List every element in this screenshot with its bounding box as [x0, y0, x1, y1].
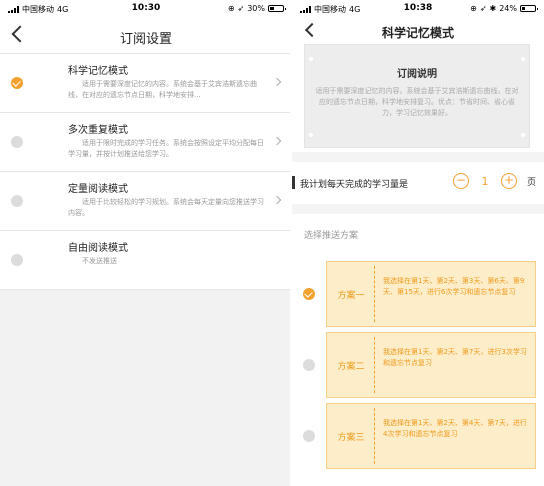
- mode-name: 科学记忆模式: [68, 66, 128, 77]
- scheme-text: 我选择在第1天、第2天、第7天，进行3次学习和遗忘节点复习: [383, 348, 527, 367]
- subscription-explanation: 订阅说明 适用于需要深度记忆的内容。系统会基于艾宾浩斯遗忘曲线，在对应的遗忘节点…: [304, 44, 530, 148]
- scheme-name: 方案二: [337, 362, 365, 372]
- page-title: 科学记忆模式: [381, 26, 454, 40]
- corner-dot: [309, 133, 313, 137]
- battery-icon: [520, 5, 538, 12]
- mode-description: 适用于限时完成的学习任务。系统会按照设定平均分配每日学习量，并按计划推送给您学习…: [68, 139, 264, 158]
- mode-item-repeat[interactable]: 多次重复模式 适用于限时完成的学习任务。系统会按照设定平均分配每日学习量，并按计…: [0, 113, 292, 172]
- scheme-text: 我选择在第1天、第2天、第4天、第7天，进行4次学习和遗忘节点复习: [383, 419, 527, 438]
- battery-percent: 30%: [247, 4, 265, 13]
- radio-icon[interactable]: [303, 359, 315, 371]
- chevron-right-icon: [272, 77, 282, 87]
- mode-list: 科学记忆模式 适用于需要深度记忆的内容。系统会基于艾宾浩斯遗忘曲线，在对应的遗忘…: [0, 54, 292, 290]
- scheme-divider: [374, 266, 375, 322]
- section-marker: [292, 176, 295, 189]
- scheme-section-title: 选择推送方案: [304, 231, 359, 241]
- scheme-name: 方案三: [337, 433, 365, 443]
- status-bar: 中国移动 4G 10:30 ⊕ ➶ 30%: [0, 0, 292, 18]
- nav-bar: 订阅设置: [0, 18, 292, 54]
- scheme-divider: [374, 337, 375, 393]
- daily-plan-row: 我计划每天完成的学习量是 − 1 + 页: [292, 162, 544, 204]
- section-separator: [292, 152, 544, 162]
- daily-plan-label: 我计划每天完成的学习量是: [300, 180, 409, 190]
- corner-dot: [521, 133, 525, 137]
- corner-dot: [521, 57, 525, 61]
- mode-item-scientific[interactable]: 科学记忆模式 适用于需要深度记忆的内容。系统会基于艾宾浩斯遗忘曲线，在对应的遗忘…: [0, 54, 292, 113]
- battery-percent: 24%: [499, 4, 517, 13]
- radio-icon[interactable]: [11, 136, 23, 148]
- battery-icon: [268, 5, 286, 12]
- chevron-right-icon: [272, 195, 282, 205]
- plus-button[interactable]: +: [500, 173, 517, 189]
- mode-description: 适用于比较轻松的学习规划。系统会每天定量向您推送学习内容。: [68, 198, 264, 217]
- quantity-value: 1: [481, 174, 489, 188]
- lock-rotation-icon: ⊕: [227, 4, 235, 13]
- lock-rotation-icon: ⊕: [470, 4, 477, 13]
- nav-bar: 科学记忆模式: [292, 18, 544, 44]
- subscription-settings-screen: 中国移动 4G 10:30 ⊕ ➶ 30% 订阅设置 科学记忆模式 适用于需要深…: [0, 0, 292, 486]
- mode-name: 自由阅读模式: [68, 243, 128, 254]
- scientific-memory-screen: 中国移动 4G 10:38 ⊕ ➶ ✱ 24% 科学记忆模式 订阅说明 适用于需…: [292, 0, 544, 486]
- radio-icon[interactable]: [11, 254, 23, 266]
- radio-icon[interactable]: [303, 430, 315, 442]
- corner-dot: [309, 57, 313, 61]
- scheme-name: 方案一: [337, 291, 365, 301]
- scheme-option-1[interactable]: 方案一 我选择在第1天、第2天、第3天、第6天、第9天、第15天，进行6次学习和…: [326, 261, 536, 327]
- radio-checked-icon[interactable]: [303, 288, 315, 300]
- bluetooth-icon: ✱: [489, 4, 497, 13]
- location-icon: ➶: [479, 4, 487, 13]
- scheme-option-3[interactable]: 方案三 我选择在第1天、第2天、第4天、第7天，进行4次学习和遗忘节点复习: [326, 403, 536, 469]
- explanation-heading: 订阅说明: [397, 69, 437, 80]
- scheme-divider: [374, 408, 375, 464]
- scheme-option-2[interactable]: 方案二 我选择在第1天、第2天、第7天，进行3次学习和遗忘节点复习: [326, 332, 536, 398]
- explanation-body: 适用于需要深度记忆的内容。系统会基于艾宾浩斯遗忘曲线，在对应的遗忘节点日期，科学…: [315, 87, 519, 117]
- radio-icon[interactable]: [11, 195, 23, 207]
- mode-name: 多次重复模式: [68, 125, 128, 136]
- page-title: 订阅设置: [119, 32, 172, 47]
- mode-name: 定量阅读模式: [68, 184, 128, 195]
- status-bar: 中国移动 4G 10:38 ⊕ ➶ ✱ 24%: [292, 0, 544, 18]
- mode-item-quantitative[interactable]: 定量阅读模式 适用于比较轻松的学习规划。系统会每天定量向您推送学习内容。: [0, 172, 292, 231]
- chevron-right-icon: [272, 136, 282, 146]
- scheme-text: 我选择在第1天、第2天、第3天、第6天、第9天、第15天，进行6次学习和遗忘节点…: [383, 277, 525, 296]
- quantity-stepper: − 1 + 页: [452, 173, 536, 189]
- quantity-unit: 页: [526, 177, 536, 188]
- mode-description: 适用于需要深度记忆的内容。系统会基于艾宾浩斯遗忘曲线，在对应的遗忘节点日期，科学…: [68, 80, 257, 99]
- location-icon: ➶: [237, 4, 245, 13]
- radio-checked-icon[interactable]: [11, 77, 23, 89]
- mode-description: 不发送推送: [82, 257, 117, 265]
- minus-button[interactable]: −: [452, 173, 469, 189]
- section-separator: [292, 204, 544, 214]
- mode-item-free[interactable]: 自由阅读模式 不发送推送: [0, 231, 292, 290]
